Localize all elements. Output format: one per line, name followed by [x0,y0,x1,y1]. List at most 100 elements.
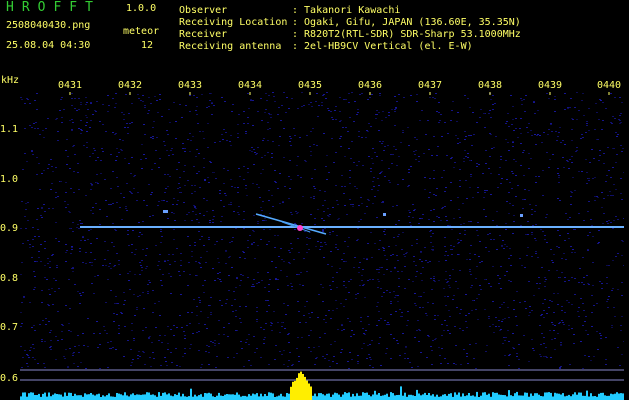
spectrum-bar [458,392,460,400]
spectrum-bar [552,396,554,400]
spectrum-bar [316,396,318,400]
spectrum-bar [372,394,374,400]
spectrum-bar [242,395,244,400]
spectrum-bar [278,395,280,400]
x-tick-label: 0438 [478,80,503,91]
spectrum-bar [70,392,72,400]
spectrum-bar [252,393,254,400]
spectrum-bar [260,393,262,400]
spectrum-bar [488,393,490,400]
spectrum-bar [584,395,586,400]
spectrum-bar [522,395,524,400]
spectrum-bar [482,392,484,400]
spectrum-bar [138,394,140,400]
spectrum-bar [614,393,616,400]
spectrum-bar [302,374,304,400]
spectrum-bar [172,396,174,400]
spectrum-bar [206,393,208,400]
spectrum-bar [52,394,54,400]
spectrum-bar [520,395,522,400]
spectrum-bar [506,396,508,400]
spectrum-bar [112,396,114,400]
spectrum-bar [416,389,418,400]
spectrum-bar [116,393,118,400]
spectrum-bar [254,394,256,400]
spectrum-bar [308,383,310,400]
spectrum-bar [402,395,404,400]
spectrum-bar [178,392,180,400]
spectrum-bar [464,396,466,400]
spectrum-bar [226,394,228,400]
spectrum-bar [444,394,446,400]
spectrum-bar [228,394,230,400]
spectrum-bar [194,394,196,400]
spectrum-bar [474,396,476,400]
spectrum-bar [390,392,392,400]
spectrum-bar [224,394,226,400]
spectrum-bar [298,373,300,400]
spectrum-bar [374,390,376,400]
spectrum-bar [60,394,62,400]
spectrum-bar [620,393,622,400]
spectrum-bar [140,394,142,400]
spectrum-bar [512,396,514,400]
spectrum-bar [426,395,428,400]
spectrum-bar [446,395,448,400]
x-tick-label: 0431 [58,80,83,91]
spectrum-bar [74,393,76,400]
spectrum-bar [418,393,420,400]
antenna-label: Receiving antenna [179,41,282,52]
spectrum-bar [622,393,624,400]
spectrum-bar [432,394,434,400]
spectrum-bar [466,395,468,400]
spectrum-bar [484,392,486,400]
spectrum-bar [150,394,152,400]
spectrum-bar [412,395,414,400]
spectrum-bar [144,394,146,400]
spectrum-bar [534,393,536,400]
spectrum-bar [338,394,340,400]
spectrum-bar [148,392,150,400]
spectrum-bar [54,393,56,400]
x-tick-label: 0435 [298,80,323,91]
spectrum-bar [368,394,370,400]
spectrum-bar [122,395,124,400]
spectrum-bar [104,396,106,400]
x-tick-label: 0439 [538,80,563,91]
spectrum-bar [612,394,614,400]
spectrum-bar [86,394,88,400]
spectrum-bar [560,394,562,400]
y-tick-label: 0.6 [0,373,19,384]
spectrum-bar [288,393,290,400]
spectrum-bar [320,393,322,400]
spectrum-bar [504,395,506,400]
spectrum-bar [400,386,402,400]
spectrum-bar [570,396,572,400]
spectrum-bar [410,394,412,400]
observer-label: Observer [179,5,228,16]
spectrum-bar [130,394,132,400]
spectrum-bar [294,380,296,400]
spectrum-bar [282,396,284,400]
spectrum-bar [110,396,112,400]
meteor-head [297,225,303,231]
spectrum-bar [376,394,378,400]
spectrum-bar [20,396,22,400]
spectrum-bar [176,394,178,400]
spectrum-bar [566,395,568,400]
spectrum-bar [530,393,532,400]
spectrum-bar [518,395,520,400]
capture-datetime: 25.08.04 04:30 [6,40,91,51]
spectrum-bar [318,393,320,400]
spectrum-bar [76,395,78,400]
spectrum-bar [360,395,362,400]
x-tick-label: 0436 [358,80,383,91]
spectrum-bar [312,395,314,400]
spectrum-bar [442,394,444,400]
spectrum-bar [346,393,348,400]
spectrum-bar [42,393,44,400]
meteor-label: meteor [123,26,160,37]
y-tick-label: 0.7 [0,322,19,333]
spectrum-bar [164,392,166,400]
spectrum-bar [546,392,548,400]
